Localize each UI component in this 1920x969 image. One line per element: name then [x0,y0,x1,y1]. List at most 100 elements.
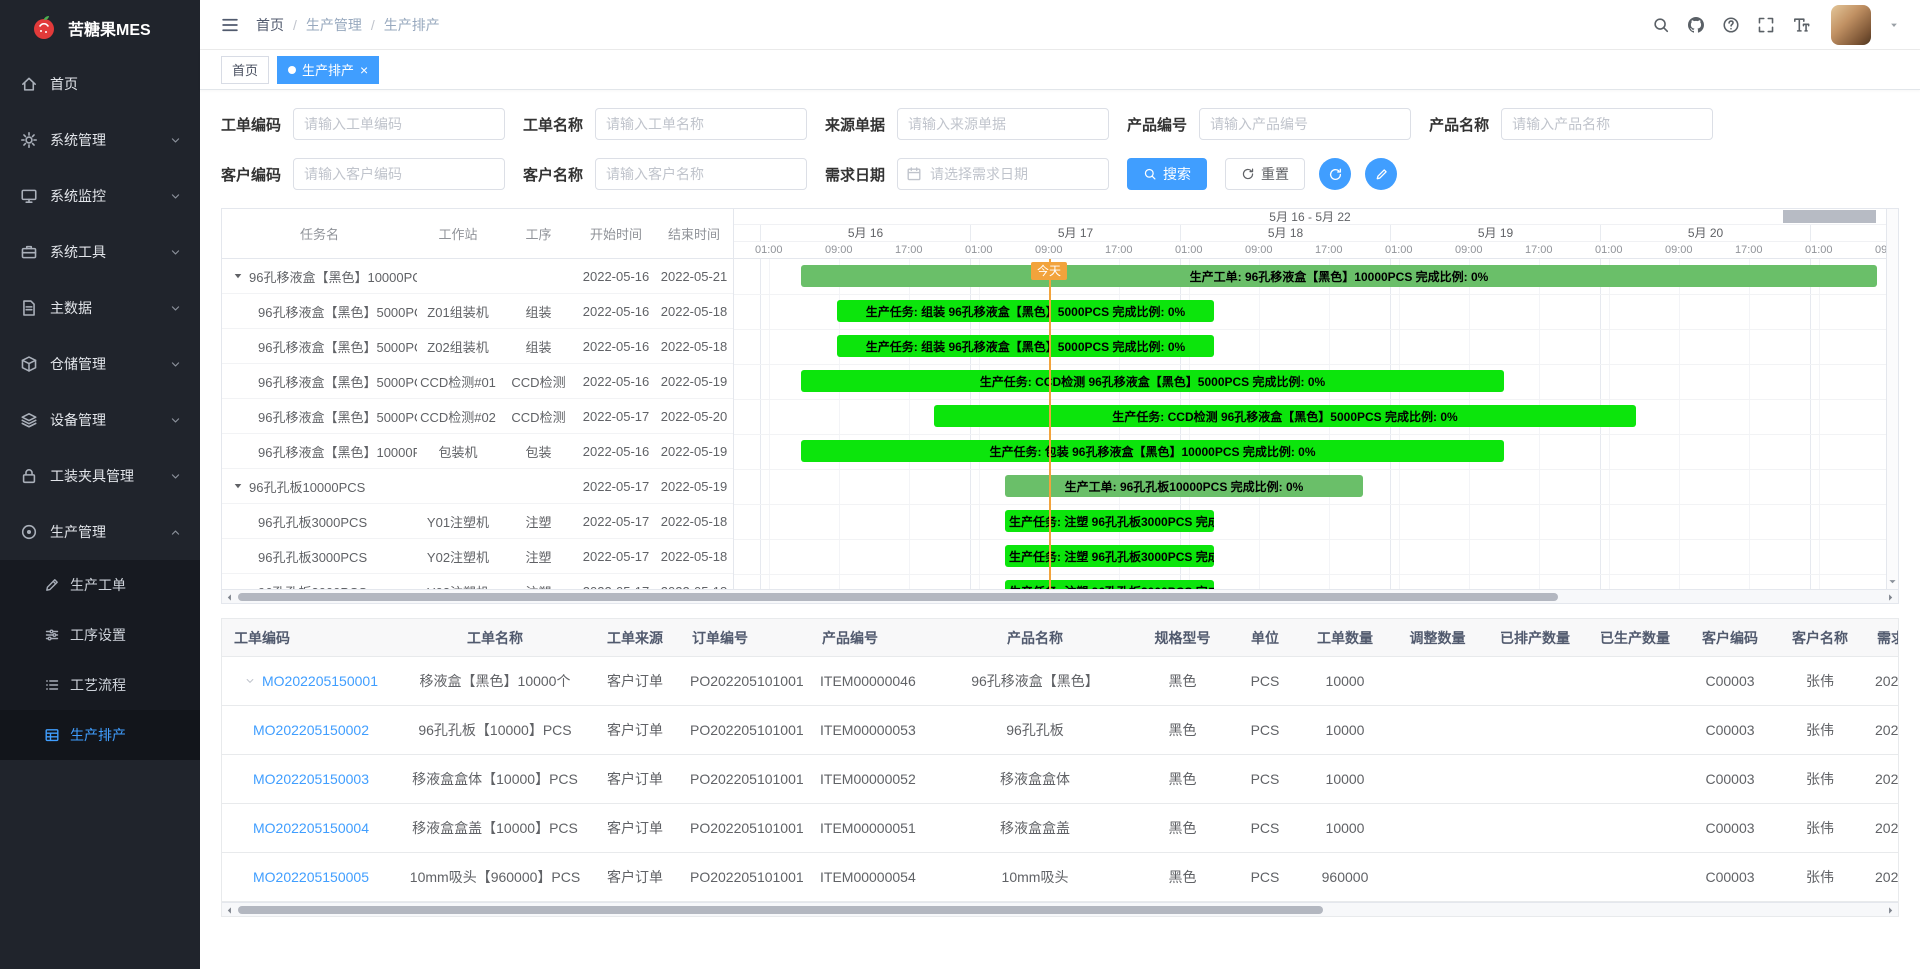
gantt-column-header: 工作站 [417,224,499,243]
search-icon[interactable] [1652,16,1670,34]
breadcrumb-item-0[interactable]: 首页 [256,15,284,35]
order-cell-单位: PCS [1230,771,1300,787]
avatar[interactable] [1831,5,1871,45]
gantt-order-bar[interactable]: 生产工单: 96孔孔板10000PCS 完成比例: 0% [1005,475,1363,497]
edit-icon [1374,167,1389,182]
order-cell-客户名称: 张伟 [1775,720,1865,740]
order-cell-产品名称: 96孔移液盒【黑色】 [935,671,1135,691]
gantt-task-bar[interactable]: 生产任务: 组装 96孔移液盒【黑色】5000PCS 完成比例: 0% [837,300,1214,322]
sidebar-item-8[interactable]: 生产管理 [0,504,200,560]
sidebar-subitem-2[interactable]: 工艺流程 [0,660,200,710]
font-size-icon[interactable] [1792,16,1810,34]
order-cell-需求日期: 202 [1865,820,1899,836]
gantt-task-row[interactable]: 96孔移液盒【黑色】10000PCS2022-05-162022-05-21 [222,259,733,294]
order-cell-工单名称: 10mm吸头【960000】PCS [400,867,590,887]
process-settings-icon [44,627,60,643]
gantt-task-row[interactable]: 96孔孔板3000PCSY02注塑机注塑2022-05-172022-05-18 [222,539,733,574]
tree-expanded-icon[interactable] [232,270,244,282]
tree-expanded-icon[interactable] [232,480,244,492]
filter-field-label: 客户编码 [221,164,281,185]
document-icon [20,299,38,317]
sidebar-item-6[interactable]: 设备管理 [0,392,200,448]
tab-0[interactable]: 首页 [221,56,269,84]
work-order-link[interactable]: MO202205150004 [253,820,369,836]
order-cell-工单数量: 10000 [1300,722,1390,738]
collapse-sidebar-icon[interactable] [220,15,240,35]
text-input[interactable] [595,158,807,190]
sidebar-item-2[interactable]: 系统监控 [0,168,200,224]
edit-button[interactable] [1365,158,1397,190]
gantt-vertical-scrollbar[interactable] [1886,209,1898,589]
reset-button[interactable]: 重置 [1225,158,1305,190]
gantt-task-row[interactable]: 96孔孔板10000PCS2022-05-172022-05-19 [222,469,733,504]
sidebar-subitem-0[interactable]: 生产工单 [0,560,200,610]
row-expand-icon[interactable] [244,675,256,687]
work-order-link[interactable]: MO202205150003 [253,771,369,787]
sidebar-subitem-label: 工艺流程 [70,675,126,695]
gantt-task-bar[interactable]: 生产任务: 注塑 96孔孔板3000PCS 完成比例: 0% [1005,580,1214,589]
gantt-task-bar[interactable]: 生产任务: 注塑 96孔孔板3000PCS 完成比例: 0% [1005,510,1214,532]
sidebar-item-5[interactable]: 仓储管理 [0,336,200,392]
tab-close-icon[interactable]: × [360,63,368,77]
text-input[interactable] [1501,108,1713,140]
text-input[interactable] [293,158,505,190]
orders-horizontal-scrollbar[interactable] [222,902,1898,916]
tab-1[interactable]: 生产排产× [277,56,379,84]
gantt-task-bar[interactable]: 生产任务: 注塑 96孔孔板3000PCS 完成比例: 0% [1005,545,1214,567]
gantt-task-row[interactable]: 96孔移液盒【黑色】5000PCSZ02组装机组装2022-05-162022-… [222,329,733,364]
orders-scroll-thumb[interactable] [238,906,1323,914]
text-input[interactable] [293,108,505,140]
gantt-task-row[interactable]: 96孔孔板3000PCSY03注塑机注塑2022-05-172022-05-18 [222,574,733,589]
sidebar-item-7[interactable]: 工装夹具管理 [0,448,200,504]
github-icon[interactable] [1687,16,1705,34]
sidebar-subitem-3[interactable]: 生产排产 [0,710,200,760]
gantt-task-bar[interactable]: 生产任务: 组装 96孔移液盒【黑色】5000PCS 完成比例: 0% [837,335,1214,357]
caret-down-icon[interactable] [1888,19,1900,31]
gantt-task-row[interactable]: 96孔移液盒【黑色】5000PCSZ01组装机组装2022-05-162022-… [222,294,733,329]
gantt-task-bar[interactable]: 生产任务: CCD检测 96孔移液盒【黑色】5000PCS 完成比例: 0% [934,405,1636,427]
gantt-task-bar[interactable]: 生产任务: 包装 96孔移液盒【黑色】10000PCS 完成比例: 0% [801,440,1504,462]
scroll-down-icon[interactable] [1888,577,1897,586]
gantt-start-cell: 2022-05-16 [578,444,654,459]
sidebar-item-1[interactable]: 系统管理 [0,112,200,168]
text-input[interactable] [1199,108,1411,140]
sidebar-item-3[interactable]: 系统工具 [0,224,200,280]
gantt-task-row[interactable]: 96孔移液盒【黑色】10000PCS包装机包装2022-05-162022-05… [222,434,733,469]
text-input[interactable] [897,108,1109,140]
gantt-task-row[interactable]: 96孔移液盒【黑色】5000PCSCCD检测#02CCD检测2022-05-17… [222,399,733,434]
gantt-task-row[interactable]: 96孔孔板3000PCSY01注塑机注塑2022-05-172022-05-18 [222,504,733,539]
gantt-range-selector[interactable] [1783,210,1876,223]
date-input[interactable] [897,158,1109,190]
scroll-left-icon[interactable] [225,906,234,915]
sidebar-menu: 首页系统管理系统监控系统工具主数据仓储管理设备管理工装夹具管理生产管理生产工单工… [0,56,200,969]
chevron-down-icon [169,302,182,315]
gantt-column-header: 工序 [499,224,578,243]
help-icon[interactable] [1722,16,1740,34]
refresh-icon [1241,167,1255,181]
scroll-left-icon[interactable] [225,593,234,602]
gantt-horizontal-scrollbar[interactable] [222,589,1898,603]
gantt-task-row[interactable]: 96孔移液盒【黑色】5000PCSCCD检测#01CCD检测2022-05-16… [222,364,733,399]
scroll-right-icon[interactable] [1886,593,1895,602]
work-order-link[interactable]: MO202205150001 [262,673,378,689]
sync-button[interactable] [1319,158,1351,190]
scroll-right-icon[interactable] [1886,906,1895,915]
sidebar-item-0[interactable]: 首页 [0,56,200,112]
search-button[interactable]: 搜索 [1127,158,1207,190]
fullscreen-icon[interactable] [1757,16,1775,34]
gantt-process-cell: CCD检测 [499,407,578,426]
sidebar-item-4[interactable]: 主数据 [0,280,200,336]
text-input[interactable] [595,108,807,140]
order-cell-工单名称: 96孔孔板【10000】PCS [400,720,590,740]
order-row: MO202205150004移液盒盒盖【10000】PCS客户订单PO20220… [222,804,1898,853]
order-cell-客户名称: 张伟 [1775,867,1865,887]
sidebar-subitem-1[interactable]: 工序设置 [0,610,200,660]
work-order-link[interactable]: MO202205150005 [253,869,369,885]
gantt-task-bar[interactable]: 生产任务: CCD检测 96孔移液盒【黑色】5000PCS 完成比例: 0% [801,370,1504,392]
gantt-scroll-thumb[interactable] [238,593,1558,601]
gantt-order-bar[interactable]: 生产工单: 96孔移液盒【黑色】10000PCS 完成比例: 0% [801,265,1877,287]
breadcrumb-item-1[interactable]: 生产管理 [306,15,362,35]
work-order-link[interactable]: MO202205150002 [253,722,369,738]
chevron-up-icon [169,526,182,539]
app-logo[interactable]: 苦糖果MES [0,0,200,56]
